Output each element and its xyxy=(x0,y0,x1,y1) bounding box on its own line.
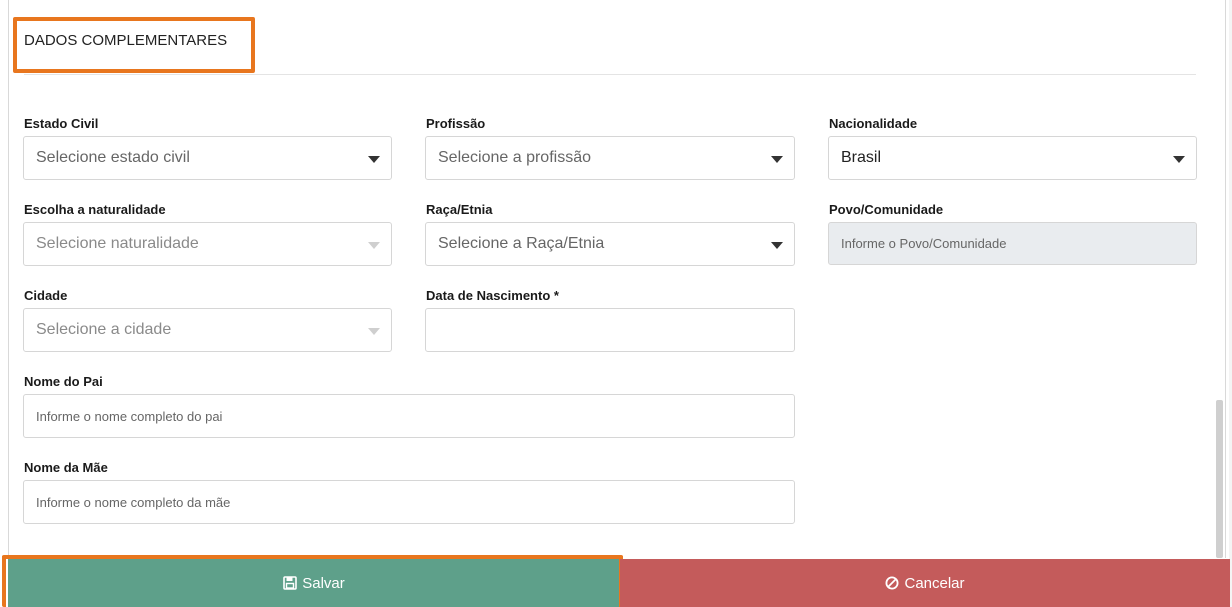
chevron-down-icon xyxy=(368,156,380,163)
cidade-label: Cidade xyxy=(24,288,68,303)
raca-etnia-label: Raça/Etnia xyxy=(426,202,493,217)
estado-civil-value: Selecione estado civil xyxy=(36,149,190,166)
nome-pai-input[interactable]: Informe o nome completo do pai xyxy=(23,394,795,438)
title-highlight-box xyxy=(13,17,255,73)
povo-comunidade-placeholder: Informe o Povo/Comunidade xyxy=(841,236,1007,251)
chevron-down-icon xyxy=(368,242,380,249)
cidade-select[interactable]: Selecione a cidade xyxy=(23,308,392,352)
chevron-down-icon xyxy=(1173,156,1185,163)
povo-comunidade-input[interactable]: Informe o Povo/Comunidade xyxy=(828,222,1197,265)
cidade-value: Selecione a cidade xyxy=(36,321,172,338)
naturalidade-value: Selecione naturalidade xyxy=(36,235,199,252)
nome-mae-label: Nome da Mãe xyxy=(24,460,108,475)
profissao-label: Profissão xyxy=(426,116,486,131)
nacionalidade-select[interactable]: Brasil xyxy=(828,136,1197,180)
profissao-select[interactable]: Selecione a profissão xyxy=(425,136,795,180)
nome-pai-placeholder: Informe o nome completo do pai xyxy=(36,408,223,424)
nome-pai-label: Nome do Pai xyxy=(24,374,103,389)
chevron-down-icon xyxy=(368,328,380,335)
naturalidade-label: Escolha a naturalidade xyxy=(24,202,166,217)
naturalidade-select[interactable]: Selecione naturalidade xyxy=(23,222,392,266)
cancel-button-label: Cancelar xyxy=(904,574,965,592)
povo-comunidade-label: Povo/Comunidade xyxy=(829,202,944,217)
estado-civil-select[interactable]: Selecione estado civil xyxy=(23,136,392,180)
raca-etnia-value: Selecione a Raça/Etnia xyxy=(438,235,605,252)
nome-mae-input[interactable]: Informe o nome completo da mãe xyxy=(23,480,795,524)
ban-icon xyxy=(885,576,899,590)
save-highlight-box xyxy=(2,555,623,607)
raca-etnia-select[interactable]: Selecione a Raça/Etnia xyxy=(425,222,795,266)
data-nascimento-label: Data de Nascimento * xyxy=(426,288,559,303)
estado-civil-label: Estado Civil xyxy=(24,116,99,131)
cancel-button[interactable]: Cancelar xyxy=(620,559,1230,607)
scrollbar-thumb[interactable] xyxy=(1216,400,1223,558)
profissao-value: Selecione a profissão xyxy=(438,149,591,166)
nacionalidade-label: Nacionalidade xyxy=(829,116,918,131)
section-divider xyxy=(24,74,1196,75)
chevron-down-icon xyxy=(771,156,783,163)
form-panel xyxy=(8,0,1226,558)
nome-mae-placeholder: Informe o nome completo da mãe xyxy=(36,494,231,510)
data-nascimento-input[interactable] xyxy=(425,308,795,352)
nacionalidade-value: Brasil xyxy=(841,149,882,166)
chevron-down-icon xyxy=(771,242,783,249)
